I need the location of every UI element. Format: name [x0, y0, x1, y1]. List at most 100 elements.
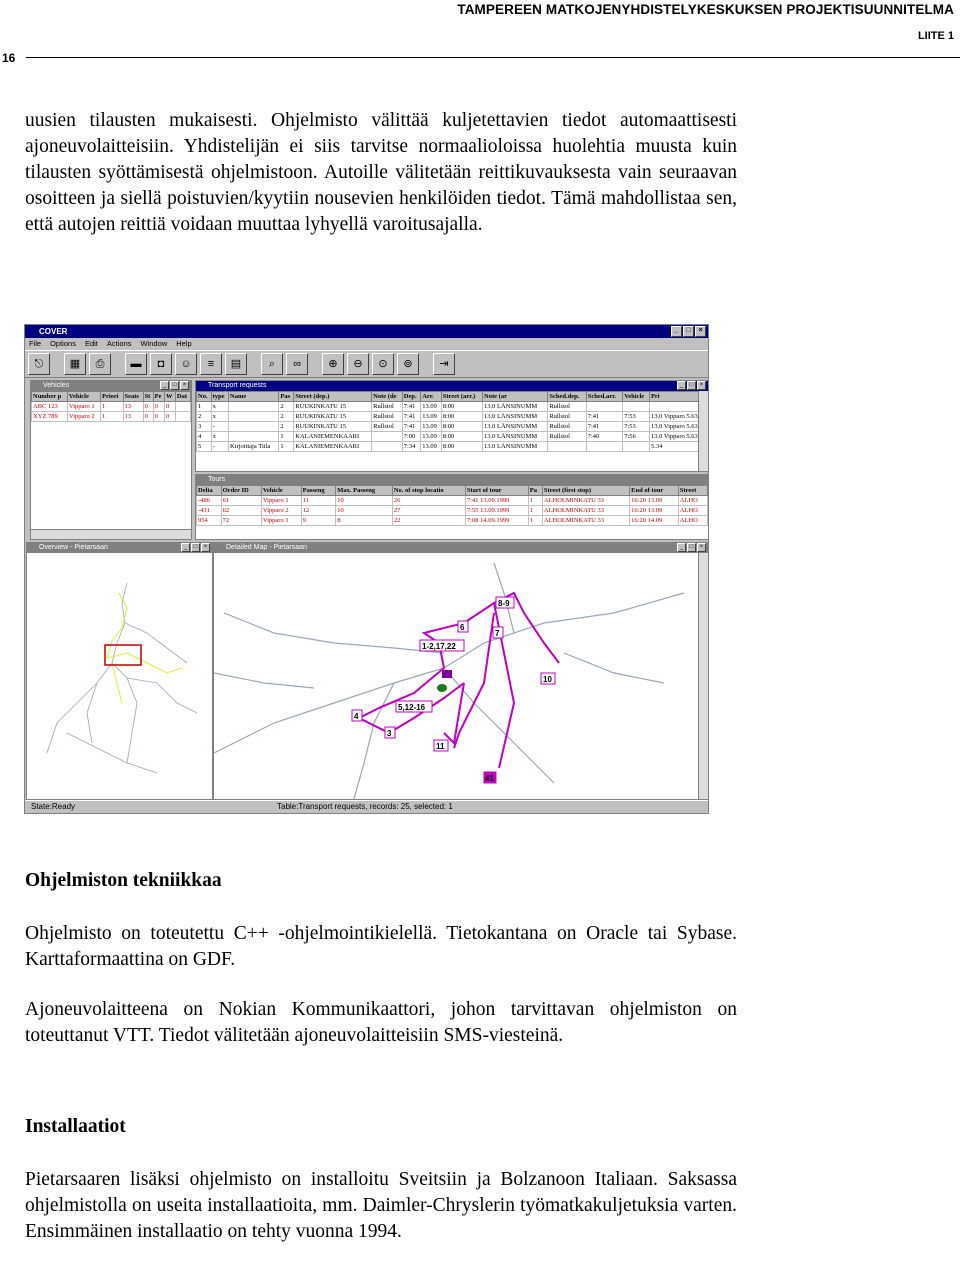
minimize-icon[interactable]: _ — [671, 326, 682, 337]
column-header[interactable]: Street — [677, 485, 708, 496]
column-header[interactable]: Seats — [122, 391, 144, 402]
minimize-icon[interactable]: _ — [677, 381, 686, 390]
cell[interactable]: 27 — [391, 505, 466, 516]
cell[interactable]: 0 — [152, 401, 165, 412]
table-row[interactable]: 3-2 RUUKINKATU 15 Rullstol 7:41 13.09 8:00 13.… — [196, 421, 708, 432]
bus-icon[interactable]: ▬ — [125, 353, 147, 375]
cell[interactable]: 4 — [196, 431, 212, 442]
door-exit-icon[interactable]: ⇥ — [433, 353, 455, 375]
cell[interactable]: 26 — [391, 495, 466, 506]
cell[interactable] — [228, 421, 280, 432]
cell[interactable]: Vipparo 1 — [66, 401, 101, 412]
cell[interactable]: RUUKINKATU 15 — [293, 401, 373, 412]
column-header[interactable]: Delta — [196, 485, 222, 496]
cell[interactable]: Rullstol — [371, 401, 403, 412]
cell[interactable]: 7:41 13.09.1999 — [464, 495, 529, 506]
column-header[interactable]: Number p — [31, 391, 68, 402]
cell[interactable]: ALHO — [677, 505, 708, 516]
cell[interactable]: 7:41 — [585, 421, 624, 432]
cell[interactable]: Rullstol — [547, 421, 587, 432]
stop-label[interactable]: 41 — [485, 774, 494, 783]
form-icon[interactable]: ▤ — [225, 353, 247, 375]
stop-label[interactable]: 4 — [354, 712, 359, 721]
cell[interactable]: 954 — [196, 515, 222, 526]
exit-icon[interactable]: ⎋ — [28, 353, 50, 375]
cell[interactable] — [174, 411, 191, 422]
maximize-icon[interactable]: □ — [687, 543, 696, 552]
column-header[interactable]: Street (arr.) — [440, 391, 484, 402]
menu-file[interactable]: File — [29, 338, 41, 349]
maximize-icon[interactable]: □ — [170, 381, 179, 390]
maximize-icon[interactable]: □ — [687, 381, 696, 390]
zoom-all-icon[interactable]: ⊙ — [372, 353, 394, 375]
cell[interactable]: 1 — [527, 495, 543, 506]
cell[interactable]: x — [210, 401, 230, 412]
cell[interactable]: 7:55 13.09.1999 — [464, 505, 529, 516]
cell[interactable]: 1 — [527, 515, 543, 526]
column-header[interactable]: Pa — [527, 485, 543, 496]
cell[interactable]: 7:00 — [401, 431, 422, 442]
cell[interactable]: 0 — [142, 411, 154, 422]
column-header[interactable]: Note (ar — [482, 391, 549, 402]
column-header[interactable]: End of tour — [629, 485, 679, 496]
cell[interactable]: ALHO — [677, 515, 708, 526]
minimize-icon[interactable]: _ — [181, 543, 190, 552]
cell[interactable]: -431 — [196, 505, 222, 516]
cell[interactable]: 7:40 — [585, 431, 624, 442]
stop-label[interactable]: 11 — [436, 742, 445, 751]
cell[interactable]: Rullstol — [371, 421, 403, 432]
cell[interactable]: 2 — [278, 401, 295, 412]
cell[interactable]: 7:53 — [622, 411, 650, 422]
cell[interactable]: ALHOLMINKATU 33 — [541, 495, 631, 506]
vertical-scrollbar[interactable] — [698, 553, 708, 799]
zoom-in-icon[interactable]: ⊕ — [322, 353, 344, 375]
table-row[interactable]: ABC 123 Vipparo 1 1 13 0 0 0 — [31, 401, 191, 412]
cell[interactable]: 16:20 14.09 — [629, 515, 679, 526]
column-header[interactable]: Order ID — [220, 485, 262, 496]
cell[interactable]: 22 — [391, 515, 466, 526]
cell[interactable]: -486 — [196, 495, 222, 506]
menu-edit[interactable]: Edit — [85, 338, 98, 349]
cell[interactable]: 8:00 — [440, 401, 484, 412]
column-header[interactable]: Vehicle — [260, 485, 302, 496]
column-header[interactable]: Street (dep.) — [293, 391, 373, 402]
cell[interactable]: 1 — [196, 401, 212, 412]
cell[interactable]: 0 — [152, 411, 165, 422]
stop-label[interactable]: 7 — [495, 629, 500, 638]
stop-label[interactable]: 8-9 — [498, 599, 510, 608]
column-header[interactable]: Vehicle — [622, 391, 650, 402]
menu-window[interactable]: Window — [141, 338, 168, 349]
cell[interactable]: 72 — [220, 515, 262, 526]
cell[interactable]: 1 — [278, 441, 295, 452]
taxi-icon[interactable]: ◘ — [150, 353, 172, 375]
cell[interactable]: 13.09 — [420, 431, 442, 442]
depot-marker[interactable] — [442, 670, 452, 678]
cell[interactable]: 8:00 — [440, 441, 484, 452]
cell[interactable]: 1 — [99, 401, 124, 412]
column-header[interactable]: W — [163, 391, 176, 402]
cell[interactable]: 11 — [300, 495, 337, 506]
cell[interactable]: ALHO — [677, 495, 708, 506]
cell[interactable] — [228, 411, 280, 422]
close-icon[interactable]: × — [697, 543, 706, 552]
cell[interactable]: 1 — [99, 411, 124, 422]
cell[interactable]: RUUKINKATU 15 — [293, 421, 373, 432]
table-row[interactable]: 1 x 2 RUUKINKATU 15 Rullstol 7:41 13.09 8:00 13.… — [196, 401, 708, 412]
detailed-map[interactable]: 8-9 6 7 1-2,17,22 10 5,12-16 4 3 11 41 — [214, 553, 708, 799]
column-header[interactable]: type — [210, 391, 230, 402]
cell[interactable] — [622, 441, 650, 452]
cell[interactable]: 7:08 14.09.1999 — [464, 515, 529, 526]
stop-label[interactable]: 10 — [543, 675, 552, 684]
cell[interactable]: 10 — [335, 505, 393, 516]
cell[interactable]: 62 — [220, 505, 262, 516]
column-header[interactable]: Note (de — [371, 391, 403, 402]
menu-actions[interactable]: Actions — [107, 338, 132, 349]
cell[interactable]: Vipparo 2 — [260, 505, 302, 516]
cell[interactable]: KALANIEMENKAARI — [293, 441, 373, 452]
cell[interactable] — [622, 401, 650, 412]
people-icon[interactable]: ☺ — [175, 353, 197, 375]
table-row[interactable]: -431 62 Vipparo 2 12 10 27 7:55 13.09.1999 1 ALH… — [196, 505, 708, 516]
cell[interactable]: 61 — [220, 495, 262, 506]
cell[interactable]: ALHOLMINKATU 33 — [541, 505, 631, 516]
menu-options[interactable]: Options — [50, 338, 76, 349]
